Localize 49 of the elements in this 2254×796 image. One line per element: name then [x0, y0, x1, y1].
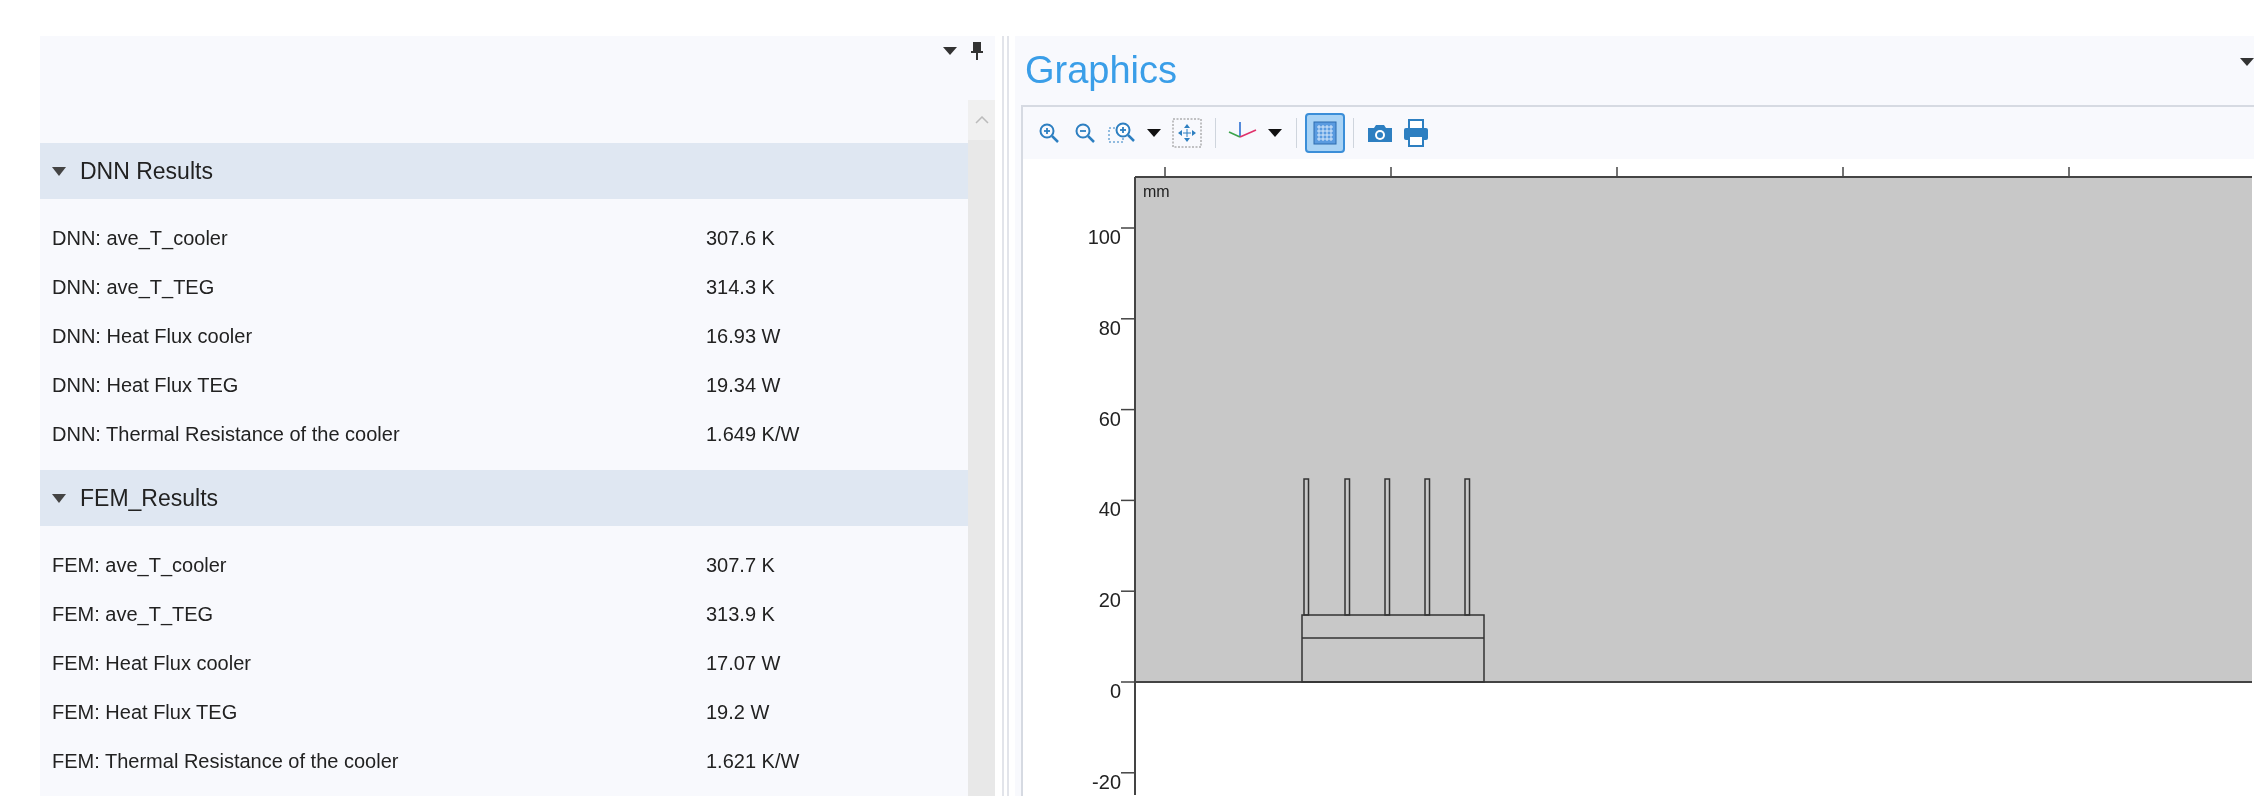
result-label: FEM: Heat Flux cooler: [52, 650, 252, 676]
result-label: DNN: ave_T_TEG: [52, 274, 216, 301]
section-header[interactable]: FEM_Results: [40, 470, 968, 526]
result-value: 19.2 W: [706, 699, 770, 725]
result-value: 314.3 K: [706, 274, 775, 300]
result-label: DNN: Heat Flux cooler: [52, 323, 254, 349]
section-title: FEM_Results: [80, 483, 219, 513]
result-value: 1.621 K/W: [706, 748, 800, 774]
panel-menu-icon: [943, 47, 957, 55]
result-label: DNN: Heat Flux TEG: [52, 372, 240, 398]
result-label: FEM: ave_T_cooler: [52, 552, 228, 579]
result-label: FEM: Thermal Resistance of the cooler: [52, 748, 400, 774]
result-value: 307.6 K: [706, 225, 775, 251]
result-value: 307.7 K: [706, 552, 775, 578]
pin-icon[interactable]: [971, 42, 983, 60]
collapse-caret-icon: [52, 166, 66, 176]
result-value: 17.07 W: [706, 650, 781, 676]
y-tick-label: 20: [1098, 589, 1121, 612]
panel-menu-icon: [2240, 58, 2254, 66]
y-tick-label: 100: [1087, 226, 1121, 248]
y-tick-label: 80: [1098, 316, 1121, 339]
result-label: DNN: ave_T_cooler: [52, 225, 229, 252]
grid-toggle-button[interactable]: [1305, 113, 1345, 153]
grid-icon: [1313, 121, 1337, 145]
y-tick-label: 0: [1109, 680, 1121, 702]
caret-icon: [1268, 129, 1282, 137]
result-value: 313.9 K: [706, 601, 775, 627]
y-tick-label: -20: [1092, 770, 1121, 793]
scrollbar[interactable]: [968, 100, 995, 796]
zoom-extents-icon: [1172, 118, 1202, 148]
caret-icon: [1147, 129, 1161, 137]
zoom-in-icon: [1037, 121, 1061, 145]
printer-icon: [1402, 118, 1430, 148]
unit-label: mm: [1143, 183, 1170, 200]
y-tick-label: 60: [1098, 407, 1121, 430]
result-label: FEM: Heat Flux TEG: [52, 699, 239, 725]
result-value: 1.649 K/W: [706, 421, 800, 447]
zoom-box-icon: [1107, 120, 1137, 146]
result-value: 19.34 W: [706, 372, 781, 398]
result-value: 16.93 W: [706, 323, 781, 349]
collapse-caret-icon: [52, 493, 66, 503]
result-label: FEM: ave_T_TEG: [52, 601, 215, 628]
result-label: DNN: Thermal Resistance of the cooler: [52, 421, 401, 447]
camera-icon: [1366, 122, 1394, 144]
y-tick-label: 40: [1098, 498, 1121, 521]
zoom-out-icon: [1073, 121, 1097, 145]
section-header[interactable]: DNN Results: [40, 143, 968, 199]
section-title: DNN Results: [80, 156, 213, 186]
panel-title: Graphics: [1025, 48, 1178, 93]
